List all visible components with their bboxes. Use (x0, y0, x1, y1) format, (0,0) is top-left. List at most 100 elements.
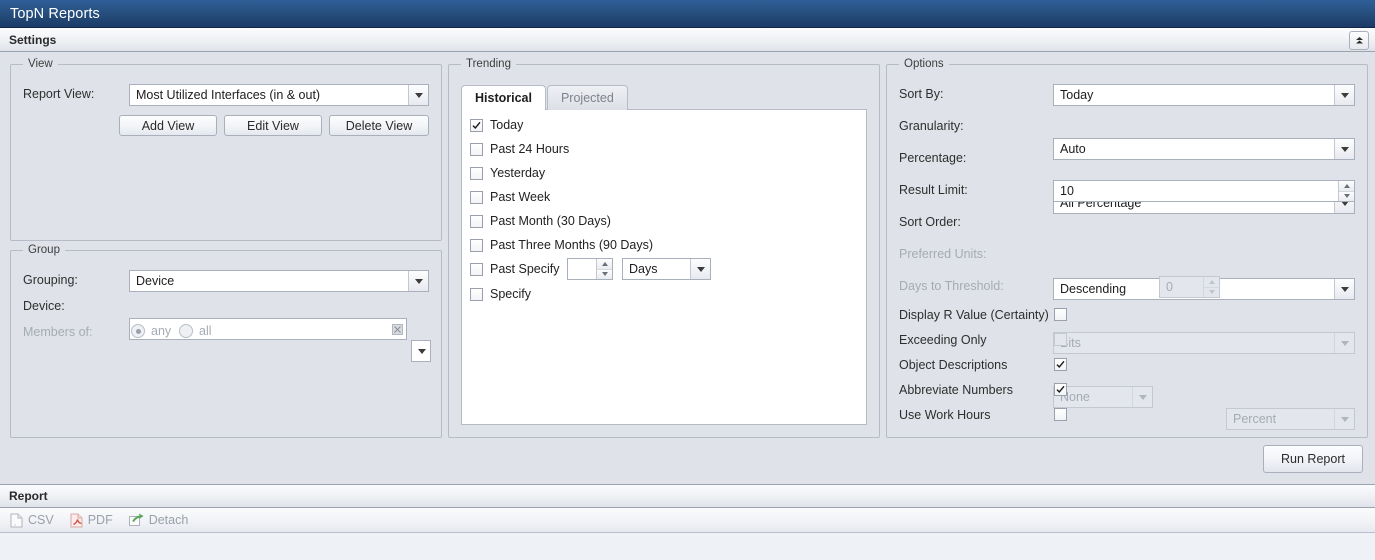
days-to-threshold-amount-spinner: 0 (1159, 276, 1220, 298)
chevron-down-icon[interactable] (408, 85, 428, 105)
checkbox-past-24-hours[interactable] (470, 142, 483, 156)
trending-group-box: Trending Historical Projected Today Past… (448, 58, 880, 438)
checkbox-specify[interactable] (470, 287, 483, 301)
delete-view-button[interactable]: Delete View (329, 115, 429, 136)
spinner-down-icon[interactable] (1339, 191, 1354, 201)
tab-historical[interactable]: Historical (461, 85, 546, 110)
checkbox-past-specify[interactable] (470, 262, 483, 276)
report-section-header: Report (0, 484, 1375, 508)
trending-item-past-week[interactable]: Past Week (470, 190, 550, 204)
spinner-buttons (1203, 277, 1219, 297)
use-work-hours-label: Use Work Hours (899, 408, 991, 422)
chevron-down-icon[interactable] (1334, 279, 1354, 299)
csv-file-icon: , (10, 513, 23, 528)
members-of-all-radio[interactable]: all (179, 324, 212, 338)
options-group-legend: Options (899, 58, 949, 70)
result-limit-label: Result Limit: (899, 183, 968, 197)
trending-tab-panel: Today Past 24 Hours Yesterday Past Week … (461, 109, 867, 425)
trending-label-yesterday: Yesterday (490, 166, 546, 180)
checkbox-exceeding-only (1054, 333, 1067, 346)
granularity-dropdown[interactable]: Auto (1053, 138, 1355, 160)
radio-all-icon[interactable] (179, 324, 193, 338)
checkbox-use-work-hours[interactable] (1054, 408, 1067, 421)
view-group-legend: View (23, 58, 58, 70)
trending-item-past-month[interactable]: Past Month (30 Days) (470, 214, 611, 228)
settings-header-label: Settings (9, 32, 57, 47)
sort-by-label: Sort By: (899, 87, 944, 101)
detach-label: Detach (148, 513, 189, 527)
chevron-down-icon[interactable] (412, 341, 431, 361)
checkbox-yesterday[interactable] (470, 166, 483, 180)
device-dropdown-button[interactable] (411, 340, 431, 362)
add-view-button[interactable]: Add View (119, 115, 217, 136)
grouping-dropdown[interactable]: Device (129, 270, 429, 292)
granularity-label: Granularity: (899, 119, 964, 133)
detach-button[interactable]: Detach (128, 513, 189, 527)
chevron-down-icon[interactable] (1334, 85, 1354, 105)
checkbox-display-r-value[interactable] (1054, 308, 1067, 321)
pdf-file-icon (70, 513, 83, 528)
view-group-box: View Report View: Most Utilized Interfac… (10, 58, 442, 241)
trending-item-yesterday[interactable]: Yesterday (470, 166, 545, 180)
spinner-down-icon (1204, 288, 1219, 298)
window-titlebar: TopN Reports (0, 0, 1375, 28)
trending-label-past-three-months: Past Three Months (90 Days) (490, 238, 654, 252)
detach-arrow-icon (128, 513, 144, 527)
group-group-box: Group Grouping: Device Device: Members o… (10, 244, 442, 438)
sort-by-value: Today (1060, 88, 1094, 102)
group-group-legend: Group (23, 244, 65, 256)
trending-item-past-24-hours[interactable]: Past 24 Hours (470, 142, 569, 156)
chevron-down-icon[interactable] (1334, 139, 1354, 159)
members-of-label: Members of: (23, 325, 93, 339)
spinner-buttons[interactable] (1338, 181, 1354, 201)
past-specify-unit-dropdown[interactable]: Days (622, 258, 711, 280)
checkbox-past-three-months[interactable] (470, 238, 483, 252)
edit-view-label: Edit View (247, 118, 299, 133)
checkbox-today[interactable] (470, 118, 483, 132)
chevron-down-icon[interactable] (408, 271, 428, 291)
tab-projected[interactable]: Projected (546, 85, 628, 110)
export-pdf-button[interactable]: PDF (70, 513, 113, 528)
chevron-down-icon[interactable] (690, 259, 710, 279)
past-specify-amount-spinner[interactable] (567, 258, 613, 280)
trending-item-past-three-months[interactable]: Past Three Months (90 Days) (470, 238, 653, 252)
edit-view-button[interactable]: Edit View (224, 115, 322, 136)
spinner-up-icon[interactable] (1339, 181, 1354, 192)
trending-item-past-specify[interactable]: Past Specify (470, 262, 559, 276)
sort-by-dropdown[interactable]: Today (1053, 84, 1355, 106)
checkbox-past-week[interactable] (470, 190, 483, 204)
radio-any-icon[interactable] (131, 324, 145, 338)
report-view-dropdown[interactable]: Most Utilized Interfaces (in & out) (129, 84, 429, 106)
add-view-label: Add View (141, 118, 195, 133)
granularity-value: Auto (1060, 142, 1086, 156)
report-content-area (0, 533, 1375, 560)
past-specify-unit-value: Days (629, 262, 658, 276)
spinner-up-icon[interactable] (597, 259, 612, 270)
days-to-threshold-label: Days to Threshold: (899, 279, 1004, 293)
checkbox-abbreviate-numbers[interactable] (1054, 383, 1067, 396)
spinner-buttons[interactable] (596, 259, 612, 279)
report-toolbar: , CSV PDF Detach (0, 508, 1375, 533)
trending-label-past-week: Past Week (490, 190, 551, 204)
object-descriptions-label: Object Descriptions (899, 358, 1008, 372)
chevron-up-icon[interactable] (1349, 31, 1369, 50)
result-limit-spinner[interactable]: 10 (1053, 180, 1355, 202)
trending-label-past-month: Past Month (30 Days) (490, 214, 611, 228)
trending-label-today: Today (490, 118, 524, 132)
trending-item-today[interactable]: Today (470, 118, 523, 132)
checkbox-past-month[interactable] (470, 214, 483, 228)
members-of-any-radio[interactable]: any (131, 324, 171, 338)
delete-view-label: Delete View (345, 118, 413, 133)
preferred-units-value: Bits (1060, 336, 1081, 350)
window-title: TopN Reports (10, 5, 100, 22)
clear-x-icon[interactable] (388, 319, 406, 339)
export-csv-button[interactable]: , CSV (10, 513, 54, 528)
export-csv-label: CSV (28, 513, 54, 527)
run-report-button[interactable]: Run Report (1263, 445, 1363, 473)
trending-item-specify[interactable]: Specify (470, 287, 531, 301)
spinner-down-icon[interactable] (597, 269, 612, 279)
checkbox-object-descriptions[interactable] (1054, 358, 1067, 371)
device-label: Device: (23, 299, 65, 313)
members-of-any-label: any (151, 324, 172, 338)
topn-reports-window: TopN Reports Settings View Report View: … (0, 0, 1375, 560)
